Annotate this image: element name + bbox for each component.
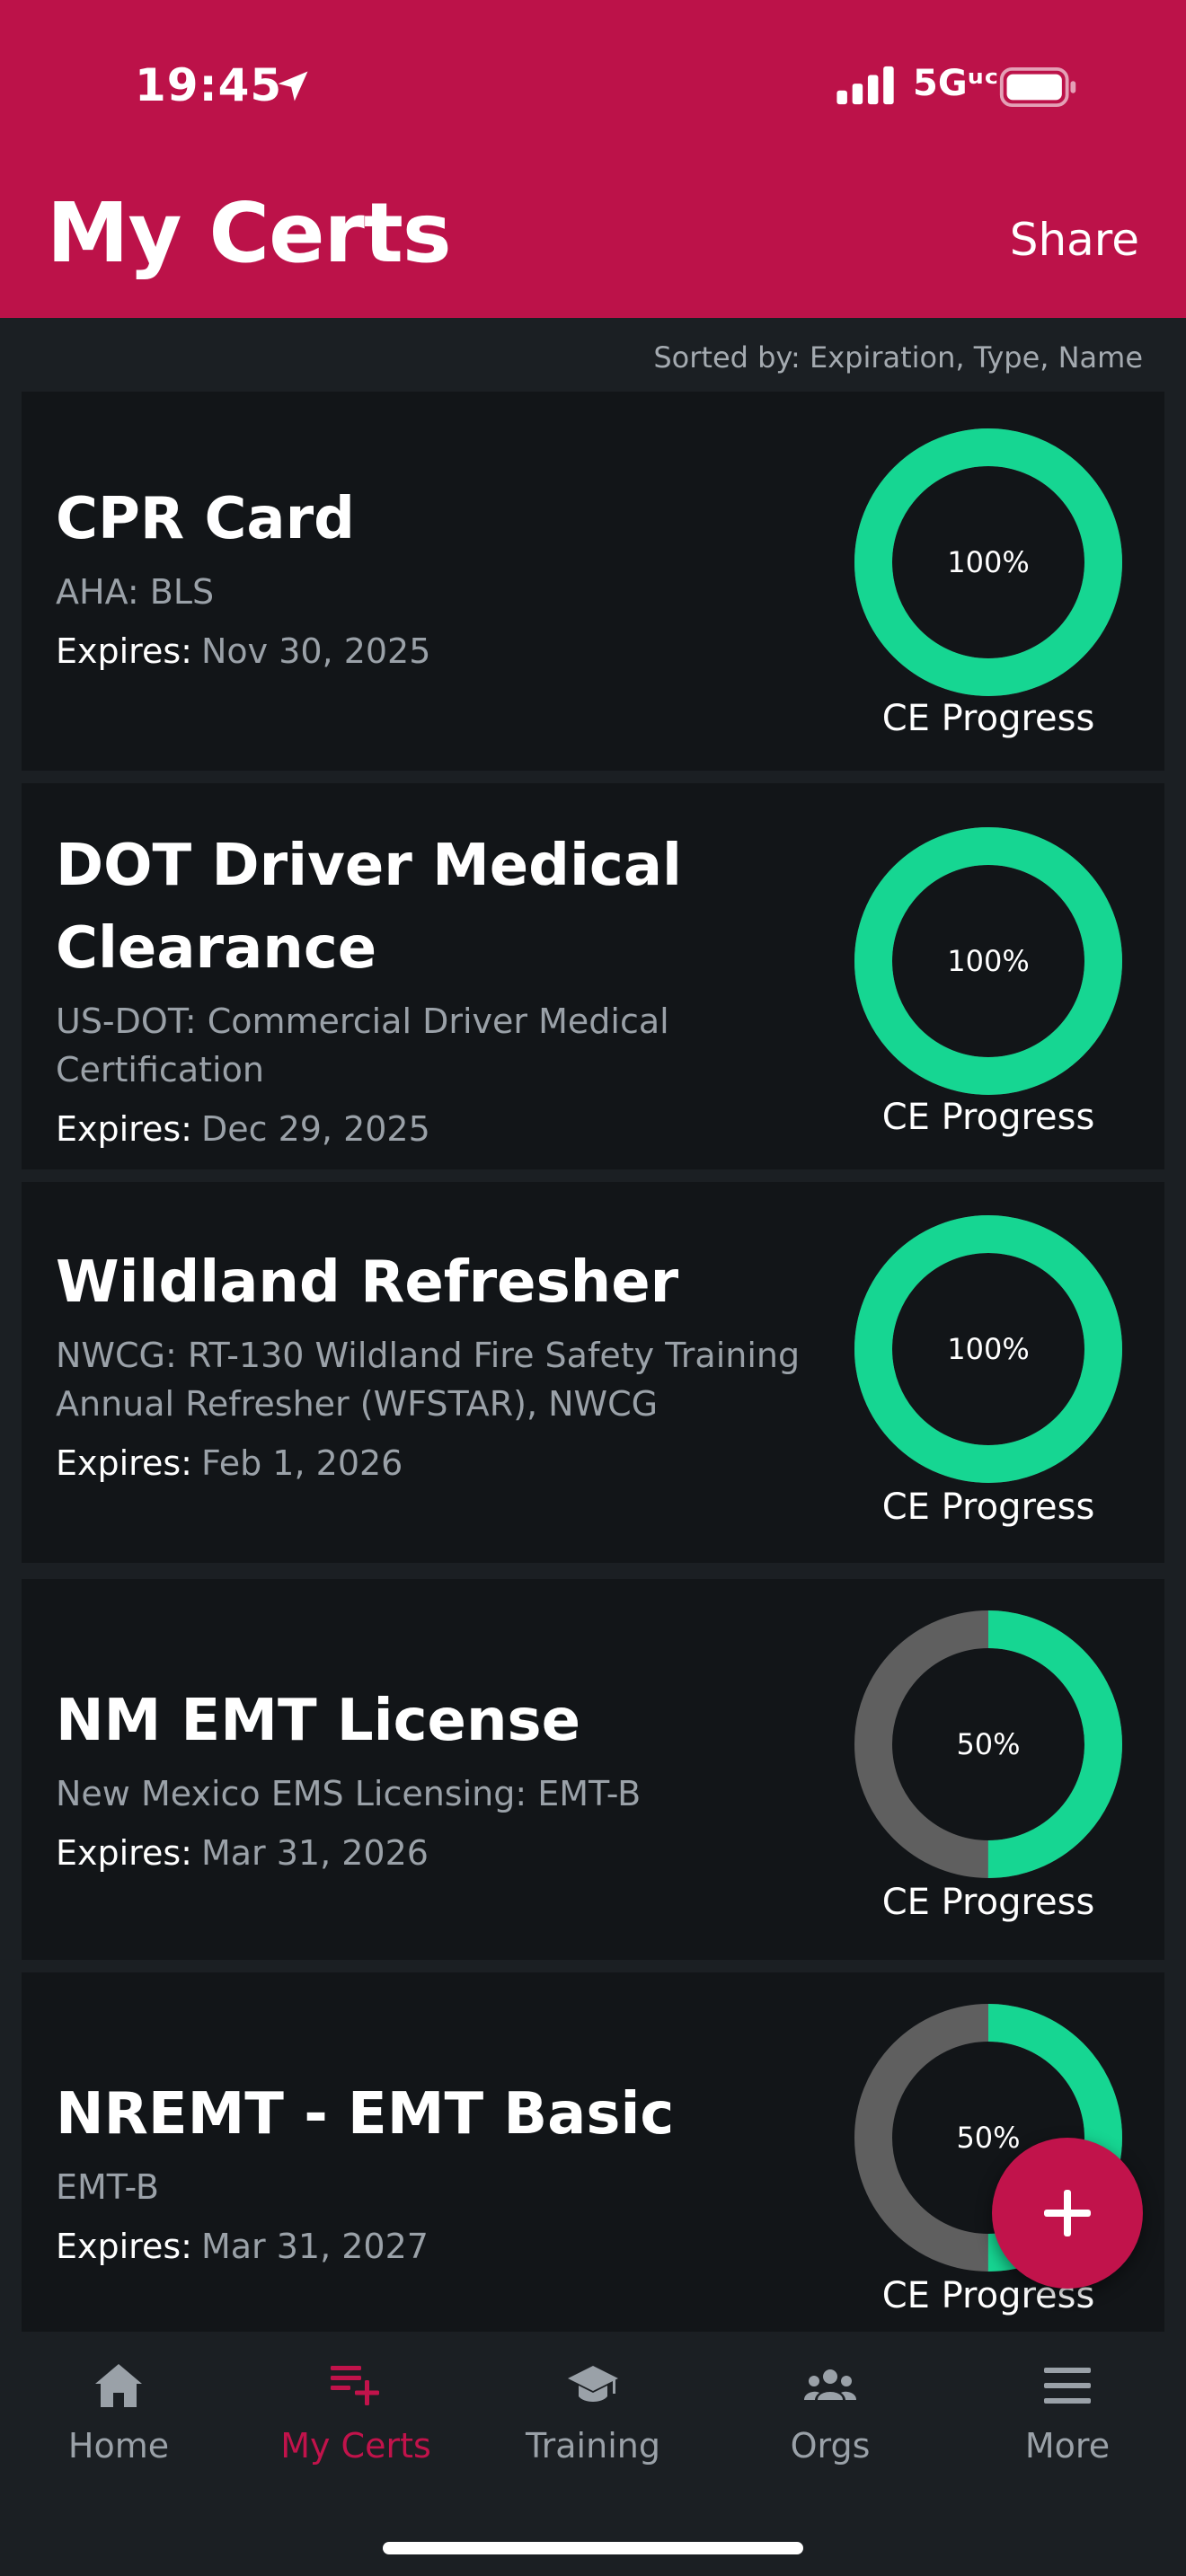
network-type: 5Gᵘᶜ <box>913 63 999 104</box>
cert-card[interactable]: DOT Driver Medical Clearance US-DOT: Com… <box>22 783 1164 1169</box>
tab-home[interactable]: Home <box>0 2359 237 2475</box>
plus-icon <box>1044 2190 1091 2236</box>
cert-card[interactable]: Wildland Refresher NWCG: RT-130 Wildland… <box>22 1182 1164 1563</box>
expires-label: Expires: <box>56 1833 192 1873</box>
cert-card[interactable]: NREMT - EMT Basic EMT-B Expires: Mar 31, … <box>22 1972 1164 2332</box>
cert-expiration: Expires: Mar 31, 2027 <box>56 2222 846 2271</box>
ce-progress-ring: 100% <box>848 422 1128 702</box>
tab-label: Training <box>526 2426 660 2466</box>
cert-name: Wildland Refresher <box>56 1249 679 1316</box>
cert-issuer: NWCG: RT-130 Wildland Fire Safety Traini… <box>56 1336 801 1424</box>
users-icon <box>804 2369 856 2400</box>
tab-label: Orgs <box>790 2426 871 2466</box>
ce-progress-label: CE Progress <box>881 698 1095 739</box>
expires-label: Expires: <box>56 2227 192 2266</box>
graduation-cap-icon <box>568 2366 618 2402</box>
tab-label: My Certs <box>280 2426 431 2466</box>
ce-progress-percent: 100% <box>947 1332 1030 1366</box>
expires-date: Feb 1, 2026 <box>200 1443 403 1483</box>
expires-label: Expires: <box>56 631 192 671</box>
expires-date: Mar 31, 2027 <box>200 2227 429 2266</box>
tab-label: More <box>1024 2426 1111 2466</box>
expires-date: Mar 31, 2026 <box>200 1833 429 1873</box>
cert-list[interactable]: CPR Card AHA: BLS Expires: Nov 30, 2025 1… <box>22 392 1164 2332</box>
home-icon <box>95 2364 142 2407</box>
cert-issuer: US-DOT: Commercial Driver Medical Certif… <box>56 1001 669 1090</box>
status-time: 19:45 <box>135 59 283 111</box>
cert-issuer: New Mexico EMS Licensing: EMT-B <box>56 1774 642 1813</box>
ce-progress-ring: 50% <box>848 1604 1128 1884</box>
menu-icon <box>1044 2368 1091 2404</box>
tab-more[interactable]: More <box>949 2359 1186 2475</box>
sort-description: Sorted by: Expiration, Type, Name <box>653 340 1143 375</box>
location-arrow-icon <box>278 71 308 101</box>
page-title: My Certs <box>47 185 452 281</box>
tab-orgs[interactable]: Orgs <box>712 2359 949 2475</box>
cert-expiration: Expires: Nov 30, 2025 <box>56 627 846 675</box>
ce-progress-percent: 100% <box>947 545 1030 579</box>
cert-name: NREMT - EMT Basic <box>56 2081 675 2148</box>
cert-name: CPR Card <box>56 486 355 552</box>
tab-my-certs[interactable]: My Certs <box>237 2359 474 2475</box>
ce-progress-label: CE Progress <box>881 1486 1095 1528</box>
expires-label: Expires: <box>56 1109 192 1149</box>
ce-progress-ring: 100% <box>848 1209 1128 1489</box>
expires-date: Dec 29, 2025 <box>200 1109 430 1149</box>
cert-expiration: Expires: Mar 31, 2026 <box>56 1829 846 1877</box>
ce-progress-percent: 100% <box>947 944 1030 978</box>
cert-card[interactable]: NM EMT License New Mexico EMS Licensing:… <box>22 1579 1164 1960</box>
tab-label: Home <box>67 2426 170 2466</box>
expires-label: Expires: <box>56 1443 192 1483</box>
ce-progress-percent: 50% <box>956 1727 1021 1761</box>
cert-issuer: AHA: BLS <box>56 572 215 612</box>
cert-card[interactable]: CPR Card AHA: BLS Expires: Nov 30, 2025 1… <box>22 392 1164 771</box>
ce-progress-label: CE Progress <box>881 2275 1095 2316</box>
add-cert-button[interactable] <box>992 2138 1143 2289</box>
cert-expiration: Expires: Feb 1, 2026 <box>56 1439 846 1487</box>
home-indicator <box>383 2542 803 2554</box>
list-add-icon <box>331 2366 379 2405</box>
ce-progress-label: CE Progress <box>881 1097 1095 1138</box>
cert-expiration: Expires: Dec 29, 2025 <box>56 1105 846 1153</box>
tab-training[interactable]: Training <box>474 2359 712 2475</box>
share-button[interactable]: Share <box>1010 217 1139 262</box>
battery-icon <box>999 66 1076 108</box>
cert-issuer: EMT-B <box>56 2167 159 2207</box>
ce-progress-label: CE Progress <box>881 1882 1095 1923</box>
app-header: 19:45 5Gᵘᶜ My Certs Share <box>0 0 1186 318</box>
cert-name: NM EMT License <box>56 1688 580 1754</box>
expires-date: Nov 30, 2025 <box>200 631 431 671</box>
tab-bar: Home My Certs Training Orgs More <box>0 2332 1186 2576</box>
ce-progress-ring: 100% <box>848 821 1128 1101</box>
signal-icon <box>836 66 894 105</box>
cert-name: DOT Driver Medical Clearance <box>56 833 682 982</box>
